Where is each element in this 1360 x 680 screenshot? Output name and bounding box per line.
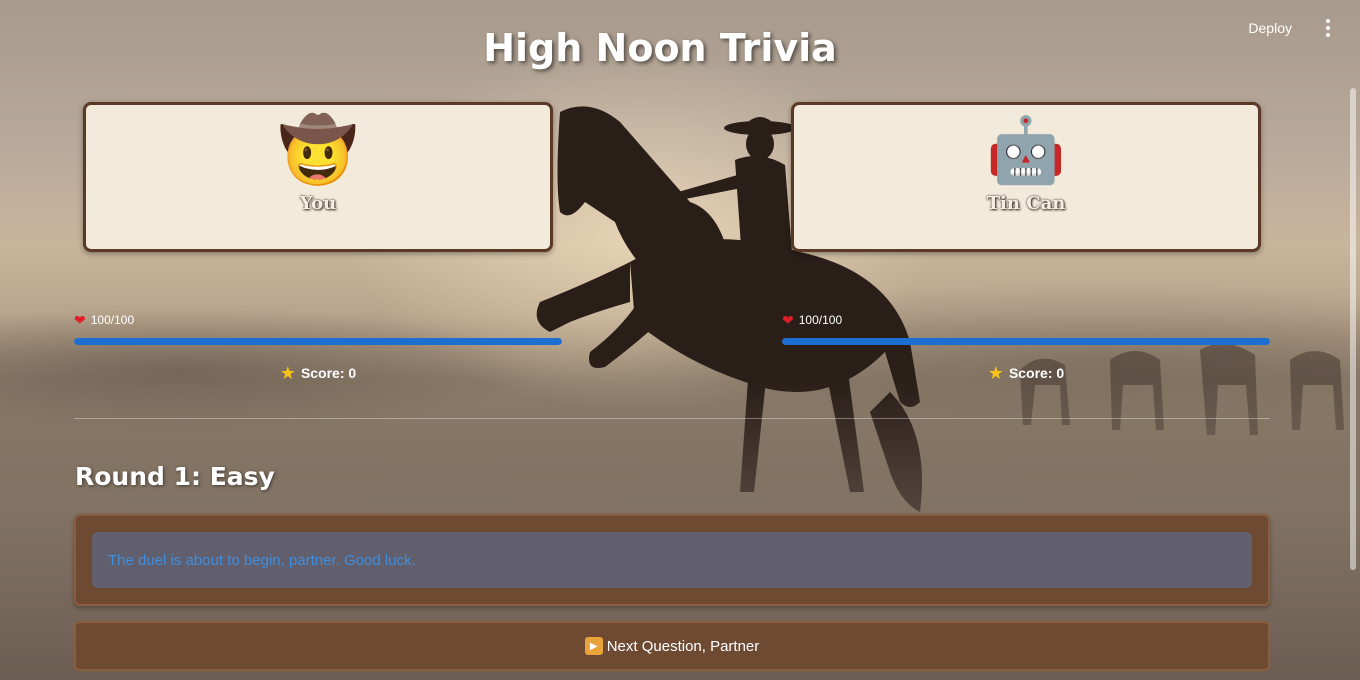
health-value-you: 100/100 [90,313,135,327]
player-card-cpu: 🤖 Tin Can [791,102,1261,252]
star-icon: ★ [279,363,296,383]
player-name-cpu: Tin Can [986,193,1066,214]
health-you: ❤ 100/100 [74,312,562,345]
health-cpu: ❤ 100/100 [782,312,1270,345]
next-question-label: Next Question, Partner [606,637,760,655]
divider [74,418,1270,419]
robot-avatar-icon: 🤖 [986,114,1066,186]
round-heading: Round 1: Easy [75,462,275,491]
score-value-you: Score: 0 [300,365,357,381]
heart-icon: ❤ [782,312,794,328]
score-you: ★ Score: 0 [74,364,562,382]
next-question-button[interactable]: ▶ Next Question, Partner [74,621,1270,671]
play-icon: ▶ [584,637,603,655]
health-bar-you [74,338,562,345]
scrollbar[interactable] [1350,88,1356,570]
message-text: The duel is about to begin, partner. Goo… [92,532,1252,588]
page-title: High Noon Trivia [483,26,837,70]
message-panel: The duel is about to begin, partner. Goo… [74,514,1270,606]
health-label-cpu: ❤ 100/100 [782,312,1270,328]
health-bar-cpu [782,338,1270,345]
health-label-you: ❤ 100/100 [74,312,562,328]
heart-icon: ❤ [74,312,86,328]
player-card-you: 🤠 You [83,102,553,252]
player-name-you: You [299,193,337,214]
health-bar-fill-cpu [782,338,1270,345]
score-value-cpu: Score: 0 [1008,365,1065,381]
more-vertical-icon[interactable] [1318,17,1338,39]
background-herd [1020,343,1344,435]
cowboy-avatar-icon: 🤠 [278,114,358,186]
health-value-cpu: 100/100 [798,313,843,327]
health-bar-fill-you [74,338,562,345]
score-cpu: ★ Score: 0 [782,364,1270,382]
star-icon: ★ [987,363,1004,383]
